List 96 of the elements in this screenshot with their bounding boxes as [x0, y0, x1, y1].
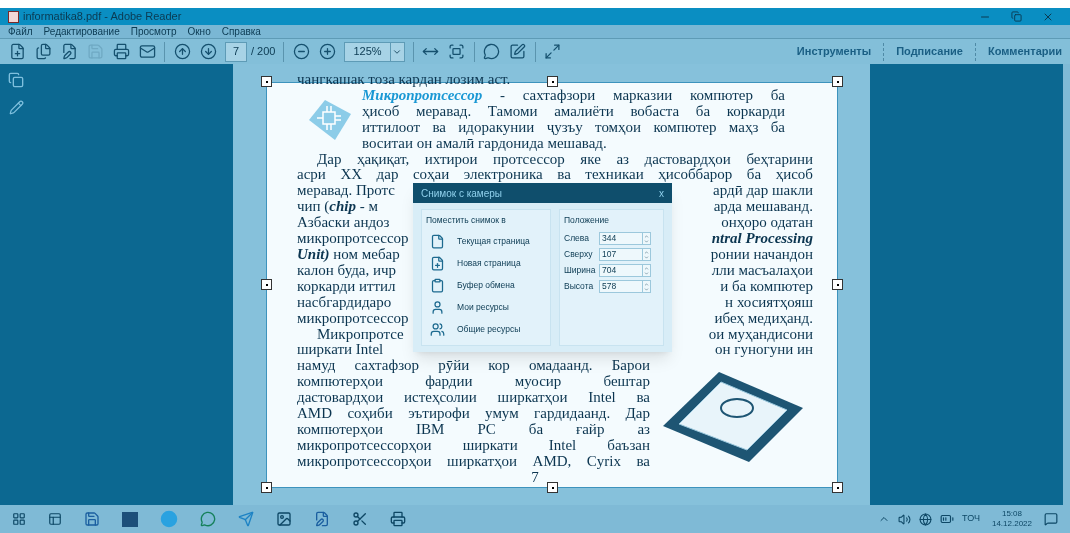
pen-icon[interactable] [8, 100, 24, 115]
task-view-icon[interactable] [48, 512, 62, 526]
number-field[interactable]: 107 [599, 248, 651, 262]
menu-item[interactable]: Окно [187, 26, 211, 37]
resize-handle[interactable] [832, 482, 843, 493]
clipboard-icon [430, 278, 445, 294]
target-option[interactable]: Новая страница [426, 252, 546, 275]
image-icon[interactable] [276, 511, 292, 527]
menu-item[interactable]: Справка [221, 26, 261, 37]
resize-handle[interactable] [261, 482, 272, 493]
text-fragment: он гуногуни ин [715, 342, 813, 359]
text-fragment: Микропротсе [317, 326, 404, 343]
field-label: Высота [564, 280, 595, 294]
scrollbar[interactable] [1063, 64, 1070, 505]
text-fragment: чип (chip - м [297, 199, 378, 216]
target-option[interactable]: Мои ресурсы [426, 296, 546, 319]
text-fragment: ои муҳандисони [708, 326, 813, 343]
resize-handle[interactable] [261, 279, 272, 290]
scissors-icon[interactable] [352, 511, 368, 527]
language-indicator[interactable]: ТОЧ [962, 512, 980, 526]
text-fragment: Азбаски андоз [297, 215, 390, 232]
resize-handle[interactable] [547, 482, 558, 493]
text-line: иттилоот ва идоракунии ҷузъу томҳои компютер маҳз ба [362, 119, 785, 136]
text-fragment: арда мешаванд. [713, 199, 813, 216]
window-title: informatika8.pdf - Adobe Reader [23, 9, 182, 25]
printer-icon[interactable] [390, 511, 406, 527]
text-line: намуд сахтафзор рӯйи кор омадаанд. Барои [297, 358, 650, 375]
resize-handle[interactable] [261, 76, 272, 87]
target-option[interactable]: Общие ресурсы [426, 318, 546, 341]
text-line: асри XX дар соҳаи электроника ва техникаи ҳисоббарор ба ҳисоб [297, 167, 813, 184]
start-icon[interactable] [12, 512, 26, 526]
text-line: микропротсессорҳои ширкати Intel баъзан [297, 437, 650, 454]
text-fragment: калон буда, ичр [297, 262, 397, 279]
speaker-icon[interactable] [898, 512, 912, 526]
text-line: AMD соҳиби эътирофи умум гардидаанд. Дар [297, 406, 650, 422]
pages-icon[interactable] [8, 72, 24, 88]
number-field[interactable]: 344 [599, 232, 651, 246]
app-tile-icon[interactable] [122, 511, 138, 527]
new-page-icon [430, 256, 445, 272]
field-label: Сверху [564, 248, 594, 262]
dialog-title: Снимок с камеры [421, 186, 503, 201]
pdf-file-icon [8, 10, 19, 23]
page-number: 7 [531, 469, 539, 486]
panel-link[interactable]: Комментарии [983, 43, 1066, 60]
text-fragment: онҳоро одатан [721, 215, 813, 232]
page-count: / 200 [251, 44, 276, 60]
text-fragment: ширкати Intel [297, 342, 384, 359]
text-line: воситаи он амалӣ гардонида мешавад. [362, 135, 607, 152]
text-fragment: ntral Processing [711, 231, 813, 247]
text-fragment: Unit) ном мебар [297, 246, 400, 263]
menu-item[interactable]: Файл [8, 26, 33, 37]
clock[interactable]: 15:08 14.12.2022 [987, 509, 1036, 529]
text-fragment: и ба компютер [720, 278, 813, 295]
restore-icon[interactable] [1011, 10, 1022, 22]
field-label: Ширина [564, 264, 597, 278]
text-fragment: микропротсессор [297, 310, 409, 327]
text-line: компютерҳои IBM PC ба ғайр аз [297, 421, 650, 438]
text-fragment: н хосиятҳояш [725, 294, 813, 311]
number-field[interactable]: 704 [599, 264, 651, 278]
network-icon[interactable] [919, 512, 933, 526]
field-label: Слева [564, 232, 590, 246]
text-fragment: микропротсессор [297, 231, 409, 247]
menu-item[interactable]: Редактирование [43, 26, 120, 37]
section-heading: Положение [564, 214, 610, 227]
text-fragment: ронии начандон [710, 246, 813, 263]
target-option[interactable]: Текущая страница [426, 230, 546, 253]
menu-item[interactable]: Просмотр [130, 26, 177, 37]
text-line: Дар ҳақиқат, ихтирои протсессор яке аз дастовардҳои беҳтарини [316, 151, 813, 168]
text-fragment: лли масъалаҳои [711, 262, 813, 279]
notifications-icon[interactable] [1044, 512, 1058, 526]
text-line: микропротсессорҳои ширкатҳои AMD, Cyrix ва [297, 453, 650, 470]
target-option[interactable]: Буфер обмена [426, 274, 546, 297]
resize-handle[interactable] [832, 279, 843, 290]
number-field[interactable]: 578 [599, 280, 651, 294]
users-icon [430, 322, 445, 338]
user-icon [430, 300, 445, 316]
page-number-field[interactable]: 7 [225, 41, 247, 62]
text-line: компютерҳои фардии муосир бештар [297, 374, 650, 391]
text-fragment: насбгардидаро [297, 294, 392, 311]
text-fragment: коркарди иттил [297, 278, 396, 295]
resize-handle[interactable] [547, 76, 558, 87]
section-heading: Поместить снимок в [426, 214, 507, 227]
battery-icon[interactable] [940, 512, 955, 526]
page-icon [430, 234, 445, 250]
chat-bubble-icon[interactable] [200, 511, 216, 527]
document-icon[interactable] [314, 511, 330, 527]
text-fragment: ибеҳ медиҳанд. [714, 310, 813, 327]
zoom-dropdown[interactable]: 125% [344, 41, 405, 62]
panel-link[interactable]: Инструменты [792, 43, 876, 60]
text-line: ҳисоб меравад. Тамоми амалиёти вобаста ба коркарди [362, 103, 785, 120]
resize-handle[interactable] [832, 76, 843, 87]
text-fragment: ардӣ дар шакли [713, 183, 813, 200]
text-line: дастовардҳои истеҳсолии ширкатҳои Intel ва [297, 390, 650, 407]
text-line: Микропротсессор - сахтафзори марказии компютер ба [362, 87, 785, 104]
text-fragment: меравад. Протс [297, 183, 395, 200]
close-button[interactable]: x [659, 185, 664, 201]
